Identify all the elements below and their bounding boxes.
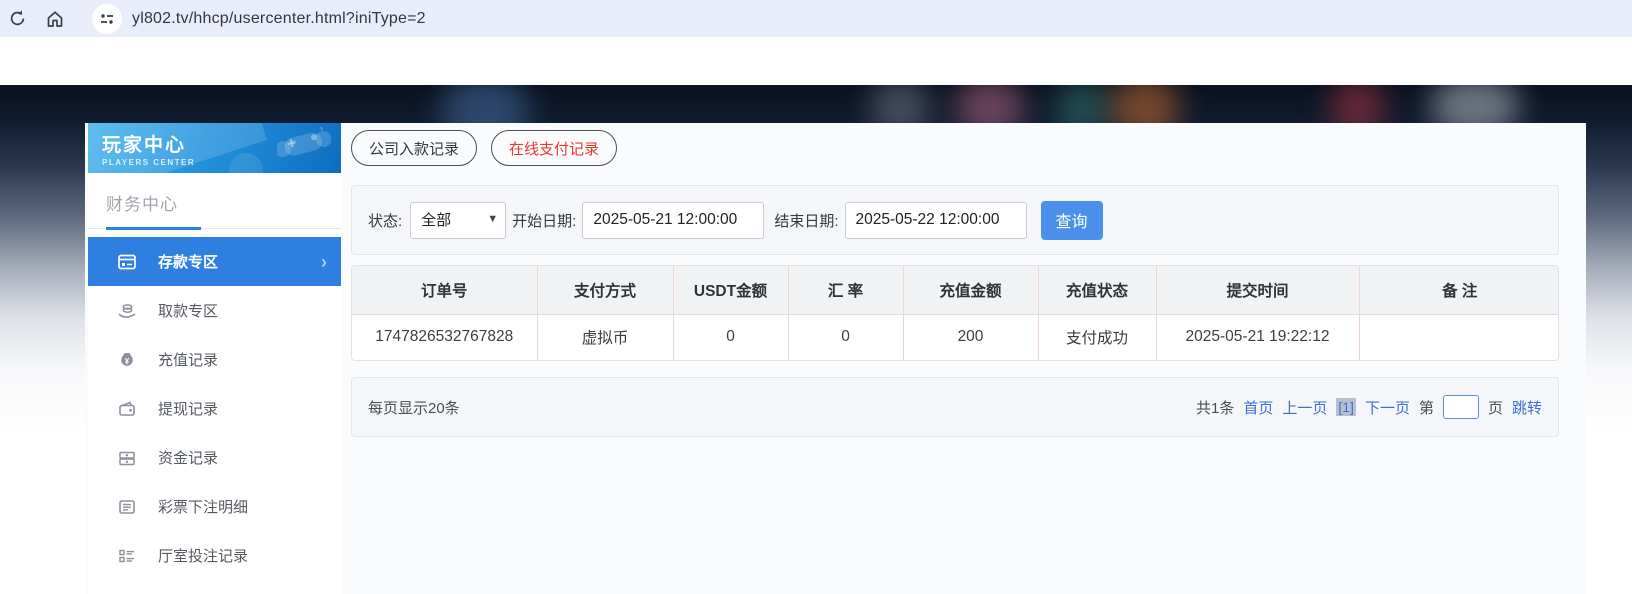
- jump-button[interactable]: 跳转: [1512, 397, 1542, 418]
- sidebar-item-label: 取款专区: [158, 303, 219, 320]
- cell-recharge-amount: 200: [902, 313, 1038, 360]
- sidebar-item-deposit-zone[interactable]: 存款专区 ›: [88, 237, 341, 286]
- col-payment-method: 支付方式: [536, 266, 673, 314]
- total-count-text: 共1条: [1195, 399, 1235, 417]
- jump-page-input[interactable]: [1442, 395, 1479, 419]
- search-button[interactable]: 查询: [1040, 200, 1103, 240]
- status-select[interactable]: 全部: [410, 201, 507, 239]
- sidebar-item-label: 充值记录: [158, 352, 219, 369]
- svg-text:¥: ¥: [125, 357, 130, 366]
- players-center-subtitle: PLAYERS CENTER: [102, 158, 196, 167]
- cell-submit-time: 2025-05-21 19:22:12: [1155, 313, 1359, 360]
- cell-remark: [1358, 313, 1558, 360]
- refresh-icon[interactable]: [6, 8, 28, 30]
- col-order-no: 订单号: [352, 266, 537, 314]
- record-tabs: 公司入款记录 在线支付记录: [351, 130, 618, 166]
- recharge-record-icon: ¥: [116, 349, 138, 371]
- sidebar-item-label: 提现记录: [158, 401, 219, 418]
- col-remark: 备 注: [1358, 266, 1558, 314]
- players-center-title: 玩家中心: [102, 135, 187, 156]
- sidebar-item-funds-records[interactable]: 资金记录: [88, 433, 341, 482]
- next-page-link[interactable]: 下一页: [1365, 397, 1410, 418]
- start-date-label: 开始日期:: [512, 212, 577, 230]
- cell-exchange-rate: 0: [787, 313, 903, 360]
- content-wrapper: 玩家中心 PLAYERS CENTER 财务中心 存款专区 › 取款专区 ¥ 充…: [85, 123, 1586, 594]
- current-page-indicator[interactable]: [1]: [1336, 398, 1356, 416]
- sidebar-item-lottery-bet-details[interactable]: 彩票下注明细: [88, 482, 341, 531]
- jump-prefix-label: 第: [1418, 399, 1434, 417]
- page-size-text: 每页显示20条: [368, 399, 460, 417]
- sidebar-item-label: 存款专区: [158, 254, 219, 271]
- players-center-banner: 玩家中心 PLAYERS CENTER: [88, 123, 341, 173]
- sidebar-item-withdraw-records[interactable]: 提现记录: [88, 384, 341, 433]
- status-label: 状态:: [368, 212, 403, 230]
- col-exchange-rate: 汇 率: [787, 266, 903, 314]
- tab-online-payment-records[interactable]: 在线支付记录: [491, 130, 618, 166]
- end-date-input[interactable]: [844, 201, 1027, 239]
- table-header-row: 订单号 支付方式 USDT金额 汇 率 充值金额 充值状态 提交时间 备 注: [352, 266, 1558, 314]
- home-icon[interactable]: [44, 8, 66, 30]
- sidebar-item-hall-bet-records[interactable]: 厅室投注记录: [88, 531, 341, 580]
- withdraw-record-icon: [116, 398, 138, 420]
- first-page-link[interactable]: 首页: [1243, 397, 1273, 418]
- sidebar-item-label: 厅室投注记录: [158, 548, 249, 565]
- table-row: 1747826532767828 虚拟币 0 0 200 支付成功 2025-0…: [352, 313, 1558, 360]
- cell-usdt-amount: 0: [672, 313, 788, 360]
- main-content: 公司入款记录 在线支付记录 状态: 全部 ▼ 开始日期: 结束日期: 查询: [351, 123, 1559, 594]
- lottery-bets-icon: [116, 496, 138, 518]
- col-submit-time: 提交时间: [1155, 266, 1359, 314]
- finance-center-heading: 财务中心: [88, 173, 341, 230]
- address-bar-url[interactable]: yl802.tv/hhcp/usercenter.html?iniType=2: [132, 10, 426, 28]
- sidebar-item-label: 彩票下注明细: [158, 499, 249, 516]
- sidebar-item-recharge-records[interactable]: ¥ 充值记录: [88, 335, 341, 384]
- jump-suffix-label: 页: [1487, 399, 1503, 417]
- browser-toolbar: yl802.tv/hhcp/usercenter.html?iniType=2: [0, 0, 1632, 37]
- chevron-right-icon: ›: [321, 251, 327, 272]
- hall-bets-icon: [116, 545, 138, 567]
- cell-order-no: 1747826532767828: [352, 313, 537, 360]
- funds-record-icon: [116, 447, 138, 469]
- col-recharge-status: 充值状态: [1037, 266, 1156, 314]
- col-usdt-amount: USDT金额: [672, 266, 788, 314]
- cell-payment-method: 虚拟币: [536, 313, 673, 360]
- records-table: 订单号 支付方式 USDT金额 汇 率 充值金额 充值状态 提交时间 备 注 1…: [351, 265, 1559, 361]
- withdraw-zone-icon: [116, 300, 138, 322]
- sidebar-item-withdraw-zone[interactable]: 取款专区: [88, 286, 341, 335]
- sidebar-menu: 存款专区 › 取款专区 ¥ 充值记录 提现记录 资金记录 彩票下注明细 厅室投注…: [88, 237, 341, 580]
- start-date-input[interactable]: [582, 201, 765, 239]
- filter-panel: 状态: 全部 ▼ 开始日期: 结束日期: 查询: [351, 185, 1559, 255]
- end-date-label: 结束日期:: [774, 212, 839, 230]
- site-settings-icon[interactable]: [92, 3, 122, 34]
- prev-page-link[interactable]: 上一页: [1282, 397, 1327, 418]
- deposit-icon: [116, 251, 138, 273]
- col-recharge-amount: 充值金额: [902, 266, 1038, 314]
- tab-company-deposit-records[interactable]: 公司入款记录: [351, 130, 478, 166]
- pagination-bar: 每页显示20条 共1条 首页 上一页 [1] 下一页 第 页 跳转: [351, 377, 1559, 437]
- sidebar: 玩家中心 PLAYERS CENTER 财务中心 存款专区 › 取款专区 ¥ 充…: [88, 123, 341, 594]
- sidebar-item-label: 资金记录: [158, 450, 219, 467]
- cell-recharge-status: 支付成功: [1037, 313, 1156, 360]
